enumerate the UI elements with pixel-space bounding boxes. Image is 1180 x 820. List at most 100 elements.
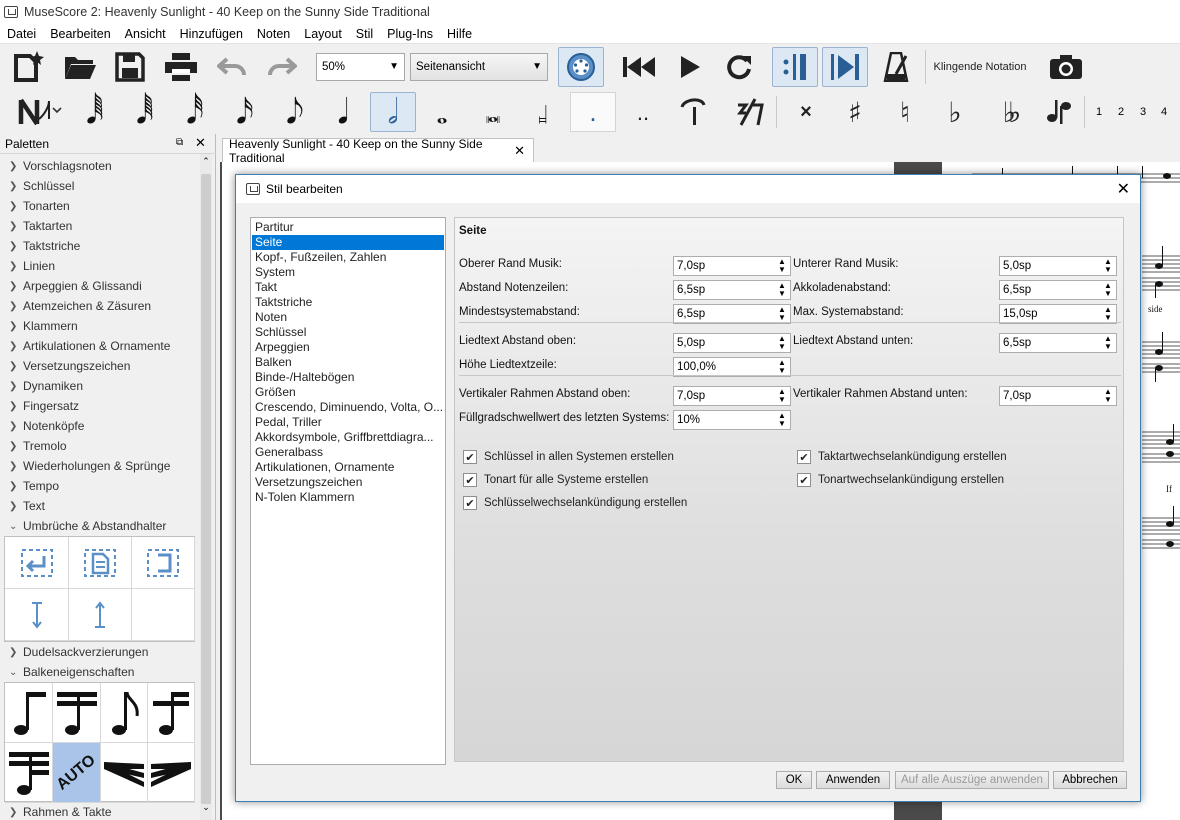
note-longa-icon[interactable]: 𝆷: [526, 94, 560, 134]
style-category-list[interactable]: Partitur Seite Kopf-, Fußzeilen, Zahlen Sys…: [250, 217, 446, 765]
category-item[interactable]: Größen: [252, 385, 444, 400]
palette-item-dudelsack[interactable]: ❯ Dudelsackverzierungen: [0, 642, 198, 662]
palette-item[interactable]: ❯ Artikulationen & Ornamente: [0, 336, 198, 356]
menu-stil[interactable]: Stil: [356, 27, 373, 41]
spinner-arrows-icon[interactable]: ▲ ▼: [1103, 306, 1113, 322]
spin-field[interactable]: 7,0sp ▲ ▼: [673, 256, 791, 276]
note-input-mode-button[interactable]: [14, 94, 66, 130]
palette-item[interactable]: ❯ Vorschlagsnoten: [0, 156, 198, 176]
category-item[interactable]: Arpeggien: [252, 340, 444, 355]
note-whole-icon[interactable]: 𝅝: [428, 94, 456, 134]
undock-icon[interactable]: ⧉: [176, 137, 183, 148]
spinner-arrows-icon[interactable]: ▲ ▼: [777, 388, 787, 404]
palette-item[interactable]: ⌄ Umbrüche & Abstandhalter: [0, 516, 198, 536]
voice-3-button[interactable]: 3: [1140, 106, 1146, 118]
category-item[interactable]: Artikulationen, Ornamente: [252, 460, 444, 475]
beam-middle-cell[interactable]: [53, 683, 101, 743]
play-button[interactable]: [672, 50, 708, 84]
new-file-button[interactable]: [10, 50, 46, 84]
image-capture-button[interactable]: [1046, 50, 1086, 84]
line-break-cell[interactable]: [5, 537, 69, 589]
feathered-beam-slower-cell[interactable]: [101, 743, 148, 803]
spacer-up-cell[interactable]: [69, 589, 132, 641]
spin-field[interactable]: 10% ▲ ▼: [673, 410, 791, 430]
double-dot-button[interactable]: ..: [628, 98, 658, 128]
palette-item[interactable]: ❯ Linien: [0, 256, 198, 276]
spin-field[interactable]: 7,0sp ▲ ▼: [999, 386, 1117, 406]
menu-bearbeiten[interactable]: Bearbeiten: [50, 27, 110, 41]
beam-auto-cell[interactable]: AUTO: [53, 743, 101, 803]
note-16th-icon[interactable]: 𝅘𝅥𝅯: [230, 92, 260, 132]
palette-item-rahmen[interactable]: ❯ Rahmen & Takte: [0, 802, 198, 820]
close-icon[interactable]: ✕: [514, 143, 525, 159]
palette-item[interactable]: ❯ Taktstriche: [0, 236, 198, 256]
category-item[interactable]: Takt: [252, 280, 444, 295]
category-item[interactable]: Akkordsymbole, Griffbrettdiagra...: [252, 430, 444, 445]
category-item[interactable]: Balken: [252, 355, 444, 370]
close-icon[interactable]: ✕: [1117, 179, 1130, 199]
spinner-arrows-icon[interactable]: ▲ ▼: [777, 412, 787, 428]
metronome-button[interactable]: [876, 50, 916, 84]
note-1024th-icon[interactable]: 𝅘𝅥𝅱: [80, 92, 110, 132]
zoom-select[interactable]: 50% ▼: [316, 53, 405, 81]
voice-1-button[interactable]: 1: [1096, 106, 1102, 118]
palette-scrollbar-thumb[interactable]: [201, 174, 211, 804]
section-break-cell[interactable]: [132, 537, 195, 589]
category-item[interactable]: Seite: [252, 235, 444, 250]
open-file-button[interactable]: [62, 50, 98, 84]
note-eighth-icon[interactable]: 𝅘𝅥𝅮: [280, 92, 310, 132]
beam-32nd-cell[interactable]: [148, 683, 195, 743]
category-item[interactable]: Pedal, Triller: [252, 415, 444, 430]
spinner-arrows-icon[interactable]: ▲ ▼: [1103, 282, 1113, 298]
close-icon[interactable]: ✕: [195, 135, 206, 151]
palette-item[interactable]: ❯ Versetzungszeichen: [0, 356, 198, 376]
spinner-arrows-icon[interactable]: ▲ ▼: [777, 306, 787, 322]
page-break-cell[interactable]: [69, 537, 132, 589]
midi-input-button[interactable]: [558, 47, 604, 87]
palette-item[interactable]: ❯ Dynamiken: [0, 376, 198, 396]
sharp-button[interactable]: ♯: [840, 96, 870, 129]
no-beam-cell[interactable]: [101, 683, 148, 743]
category-item[interactable]: Binde-/Haltebögen: [252, 370, 444, 385]
apply-all-parts-button[interactable]: Auf alle Auszüge anwenden: [895, 771, 1049, 789]
undo-button[interactable]: [214, 50, 250, 84]
palette-item[interactable]: ❯ Atemzeichen & Zäsuren: [0, 296, 198, 316]
save-button[interactable]: [112, 50, 148, 84]
spin-field[interactable]: 6,5sp ▲ ▼: [999, 333, 1117, 353]
category-item[interactable]: Crescendo, Diminuendo, Volta, O...: [252, 400, 444, 415]
spinner-arrows-icon[interactable]: ▲ ▼: [1103, 335, 1113, 351]
concert-pitch-button[interactable]: Klingende Notation: [932, 50, 1028, 84]
spinner-arrows-icon[interactable]: ▲ ▼: [777, 282, 787, 298]
note-breve-icon[interactable]: 𝅜: [476, 94, 510, 134]
flip-direction-button[interactable]: [1042, 96, 1076, 128]
rewind-button[interactable]: [620, 50, 658, 84]
spacer-down-cell[interactable]: [5, 589, 69, 641]
spinner-arrows-icon[interactable]: ▲ ▼: [777, 258, 787, 274]
ok-button[interactable]: OK: [776, 771, 812, 789]
cancel-button[interactable]: Abbrechen: [1053, 771, 1127, 789]
scroll-up-icon[interactable]: ⌃: [200, 156, 212, 167]
palette-item[interactable]: ❯ Text: [0, 496, 198, 516]
spinner-arrows-icon[interactable]: ▲ ▼: [1103, 388, 1113, 404]
spin-field[interactable]: 5,0sp ▲ ▼: [673, 333, 791, 353]
beam-start-cell[interactable]: [5, 683, 53, 743]
pan-score-button[interactable]: [822, 47, 868, 87]
spin-field[interactable]: 6,5sp ▲ ▼: [673, 280, 791, 300]
double-flat-button[interactable]: ♭♭: [990, 96, 1026, 129]
feathered-beam-faster-cell[interactable]: [148, 743, 195, 803]
palette-item[interactable]: ❯ Klammern: [0, 316, 198, 336]
beam-64th-cell[interactable]: [5, 743, 53, 803]
category-item[interactable]: Kopf-, Fußzeilen, Zahlen: [252, 250, 444, 265]
category-item[interactable]: N-Tolen Klammern: [252, 490, 444, 505]
palette-item[interactable]: ❯ Tonarten: [0, 196, 198, 216]
checkbox[interactable]: ✔ Schlüssel in allen Systemen erstellen: [463, 450, 674, 464]
print-button[interactable]: [162, 50, 200, 84]
score-tab[interactable]: Heavenly Sunlight - 40 Keep on the Sunny…: [222, 137, 534, 165]
note-64th-icon[interactable]: 𝅘𝅥𝅱: [130, 92, 160, 132]
redo-button[interactable]: [264, 50, 300, 84]
menu-ansicht[interactable]: Ansicht: [125, 27, 166, 41]
menu-datei[interactable]: Datei: [7, 27, 36, 41]
category-item[interactable]: Partitur: [252, 220, 444, 235]
palette-item[interactable]: ❯ Arpeggien & Glissandi: [0, 276, 198, 296]
apply-button[interactable]: Anwenden: [816, 771, 890, 789]
